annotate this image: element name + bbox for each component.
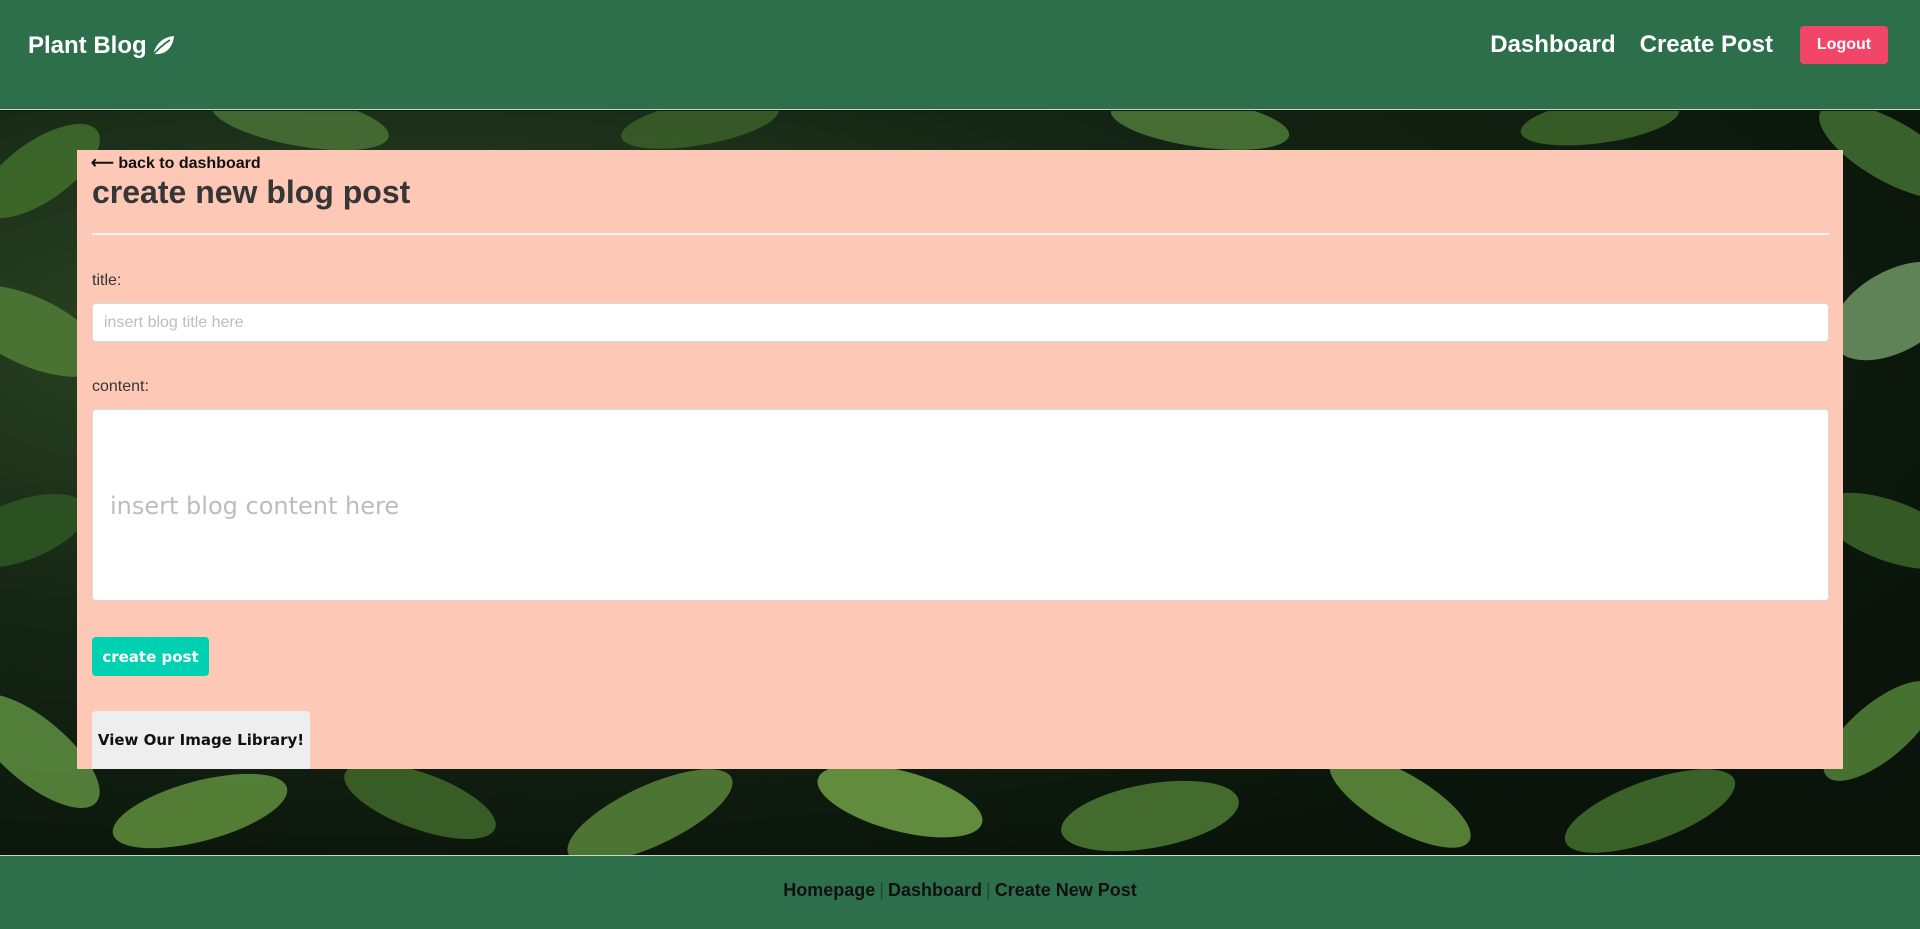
footer-dashboard-link[interactable]: Dashboard [888, 880, 982, 901]
title-divider [92, 233, 1829, 235]
footer-separator: | [986, 880, 991, 900]
logout-button[interactable]: Logout [1800, 26, 1888, 64]
footer-create-post-link[interactable]: Create New Post [995, 880, 1137, 901]
page-title: create new blog post [92, 174, 411, 210]
footer-separator: | [879, 880, 884, 900]
create-post-card: ⟵ back to dashboard create new blog post… [77, 150, 1843, 769]
brand-text: Plant Blog [28, 32, 147, 59]
footer: Homepage | Dashboard | Create New Post [0, 855, 1920, 929]
leaf-icon [149, 36, 174, 58]
title-input[interactable] [92, 303, 1829, 342]
nav-dashboard-link[interactable]: Dashboard [1490, 31, 1615, 59]
brand-logo[interactable]: Plant Blog [28, 32, 175, 60]
content-label: content: [92, 378, 149, 395]
title-label: title: [92, 272, 122, 289]
create-post-button[interactable]: create post [92, 637, 209, 676]
nav-create-post-link[interactable]: Create Post [1640, 31, 1773, 59]
content-textarea[interactable]: insert blog content here [92, 409, 1829, 601]
image-library-button[interactable]: View Our Image Library! [92, 711, 310, 769]
footer-homepage-link[interactable]: Homepage [783, 880, 875, 901]
back-to-dashboard-link[interactable]: ⟵ back to dashboard [91, 153, 261, 173]
nav-links: Dashboard Create Post Logout [1490, 26, 1888, 64]
content-placeholder: insert blog content here [110, 492, 400, 520]
top-navbar: Plant Blog Dashboard Create Post Logout [0, 0, 1920, 110]
